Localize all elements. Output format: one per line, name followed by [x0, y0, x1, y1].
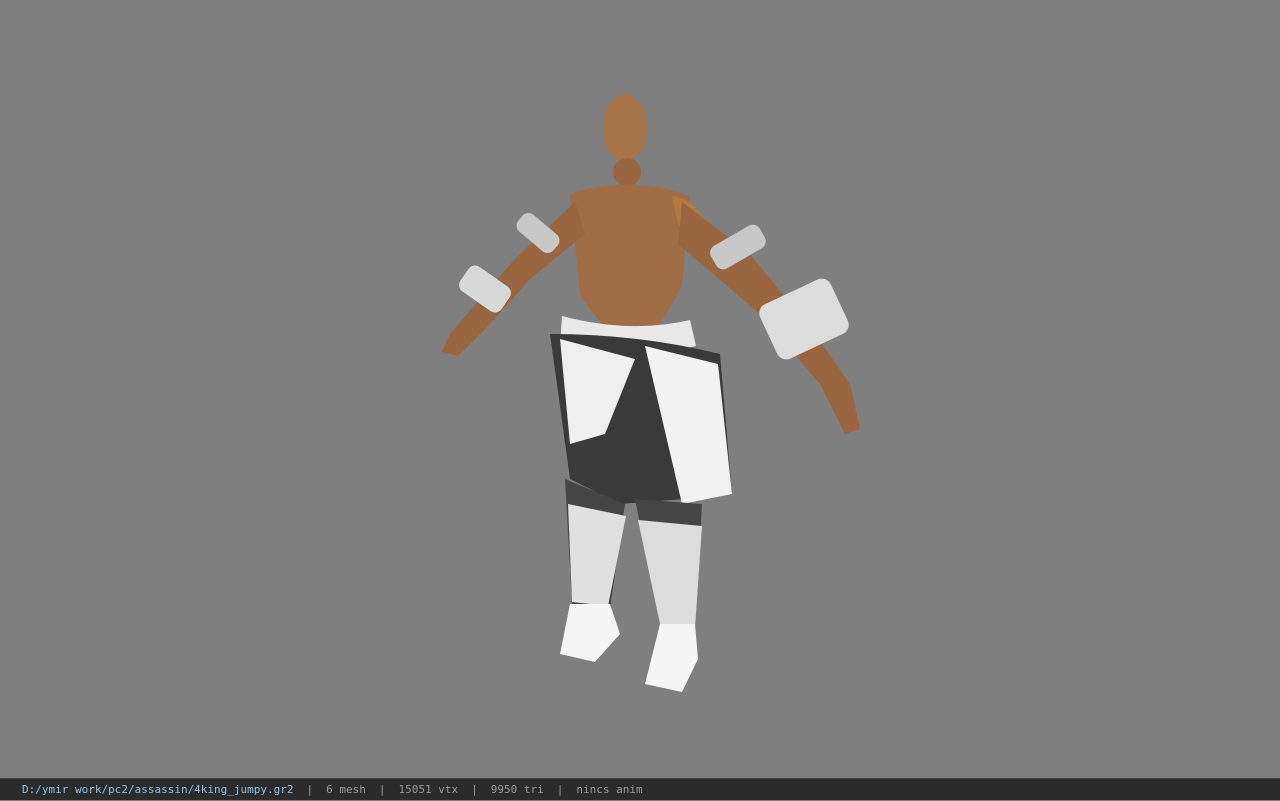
model-head	[603, 94, 647, 162]
3d-viewport[interactable]	[0, 0, 1280, 778]
status-separator: |	[556, 783, 564, 796]
status-triangle-count: 9950 tri	[490, 783, 544, 796]
status-mesh-count: 6 mesh	[326, 783, 366, 796]
character-model	[442, 94, 860, 692]
model-neck	[613, 158, 641, 186]
model-right-greave	[638, 520, 702, 628]
model-left-greave	[568, 504, 626, 606]
model-right-boot	[645, 624, 698, 692]
status-bar: D:/ymir work/pc2/assassin/4king_jumpy.gr…	[0, 778, 1280, 800]
status-separator: |	[306, 783, 314, 796]
status-separator: |	[471, 783, 478, 796]
status-file-path: D:/ymir work/pc2/assassin/4king_jumpy.gr…	[22, 783, 294, 796]
status-vertex-count: 15051 vtx	[398, 783, 459, 796]
model-left-boot	[560, 604, 620, 662]
status-separator: |	[378, 783, 386, 796]
model-torso	[570, 184, 690, 342]
status-anim: nincs anim	[576, 783, 643, 796]
